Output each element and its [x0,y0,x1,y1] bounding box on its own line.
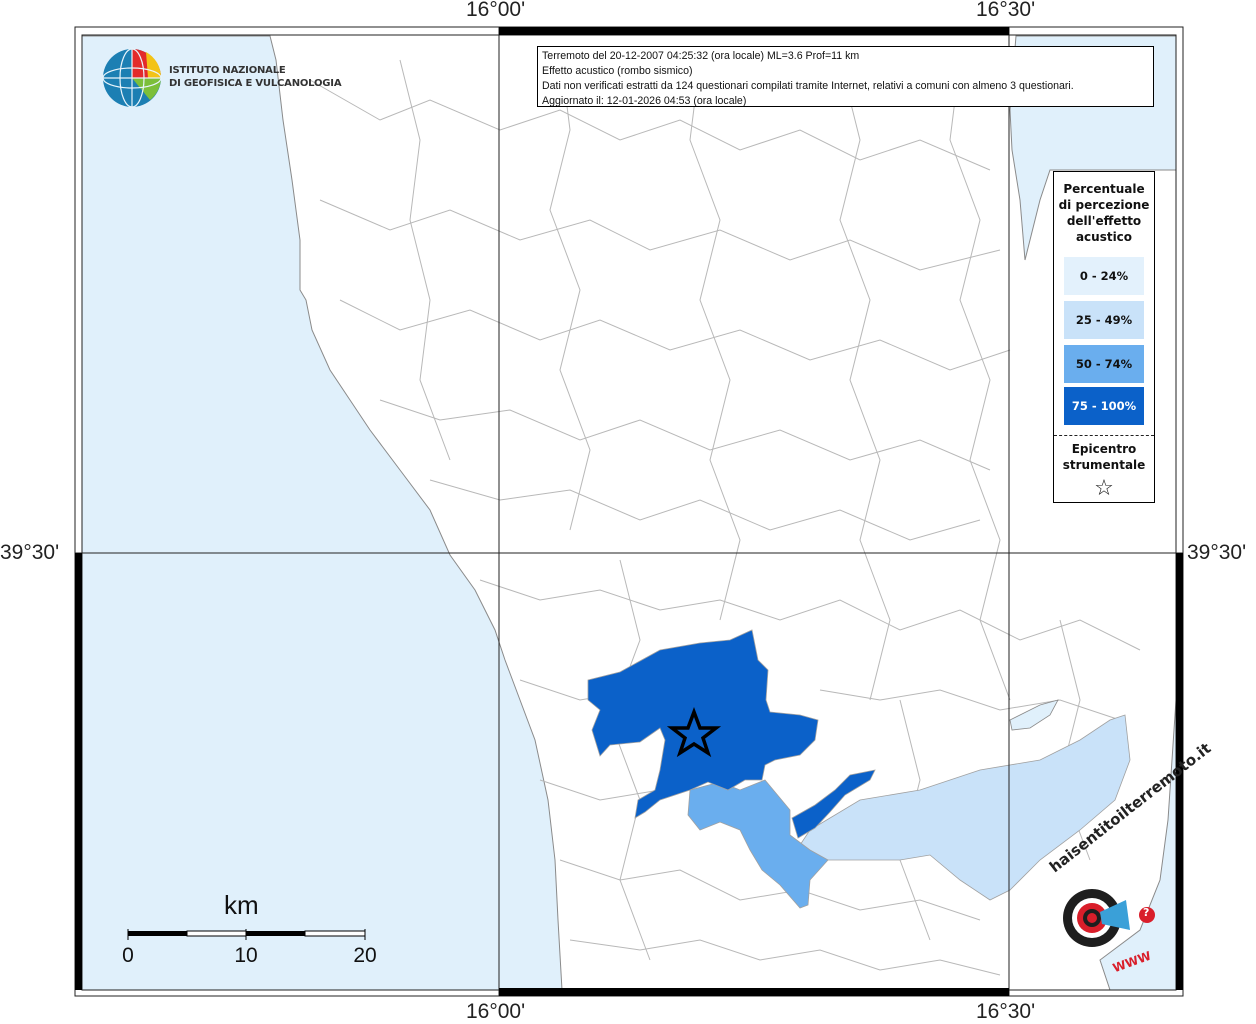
intensity-map [74,26,1184,997]
legend-separator [1054,435,1154,436]
frame-bar-bottom [499,988,1009,996]
legend-epicentre-label: Epicentro strumentale [1062,442,1146,472]
scale-unit: km [224,890,259,920]
institute-line2: DI GEOFISICA E VULCANOLOGIA [169,78,342,89]
legend: Percentuale di percezione dell'effetto a… [1053,171,1155,503]
legend-item-25-49: 25 - 49% [1064,301,1144,339]
info-line-event: Terremoto del 20-12-2007 04:25:32 (ora l… [542,50,860,62]
coord-left-lat: 39°30' [0,541,60,564]
coord-top-right: 16°30' [976,0,1036,21]
ingv-logo [102,48,162,108]
frame-bar-left [75,553,82,990]
info-line-effect: Effetto acustico (rombo sismico) [542,65,693,77]
legend-star-icon: ☆ [1094,476,1114,501]
frame-bar-top [499,27,1009,35]
institute-name: ISTITUTO NAZIONALE DI GEOFISICA E VULCAN… [169,64,342,90]
institute-line1: ISTITUTO NAZIONALE [169,65,286,76]
coord-top-left: 16°00' [466,0,526,21]
scale-tick-10: 10 [234,944,258,967]
coord-bottom-right: 16°30' [976,1000,1036,1023]
info-line-data: Dati non verificati estratti da 124 ques… [542,80,1074,92]
coord-right-lat: 39°30' [1187,541,1247,564]
legend-title: Percentuale di percezione dell'effetto a… [1058,182,1150,244]
coord-bottom-left: 16°00' [466,1000,526,1023]
scale-tick-20: 20 [353,944,377,967]
earthquake-info-box: Terremoto del 20-12-2007 04:25:32 (ora l… [537,46,1154,107]
info-line-updated: Aggiornato il: 12-01-2026 04:53 (ora loc… [542,95,747,107]
legend-item-50-74: 50 - 74% [1064,345,1144,383]
legend-item-75-100: 75 - 100% [1064,387,1144,425]
scale-tick-0: 0 [122,944,134,967]
haisentito-question-icon: ? [1143,906,1150,919]
legend-item-0-24: 0 - 24% [1064,257,1144,295]
